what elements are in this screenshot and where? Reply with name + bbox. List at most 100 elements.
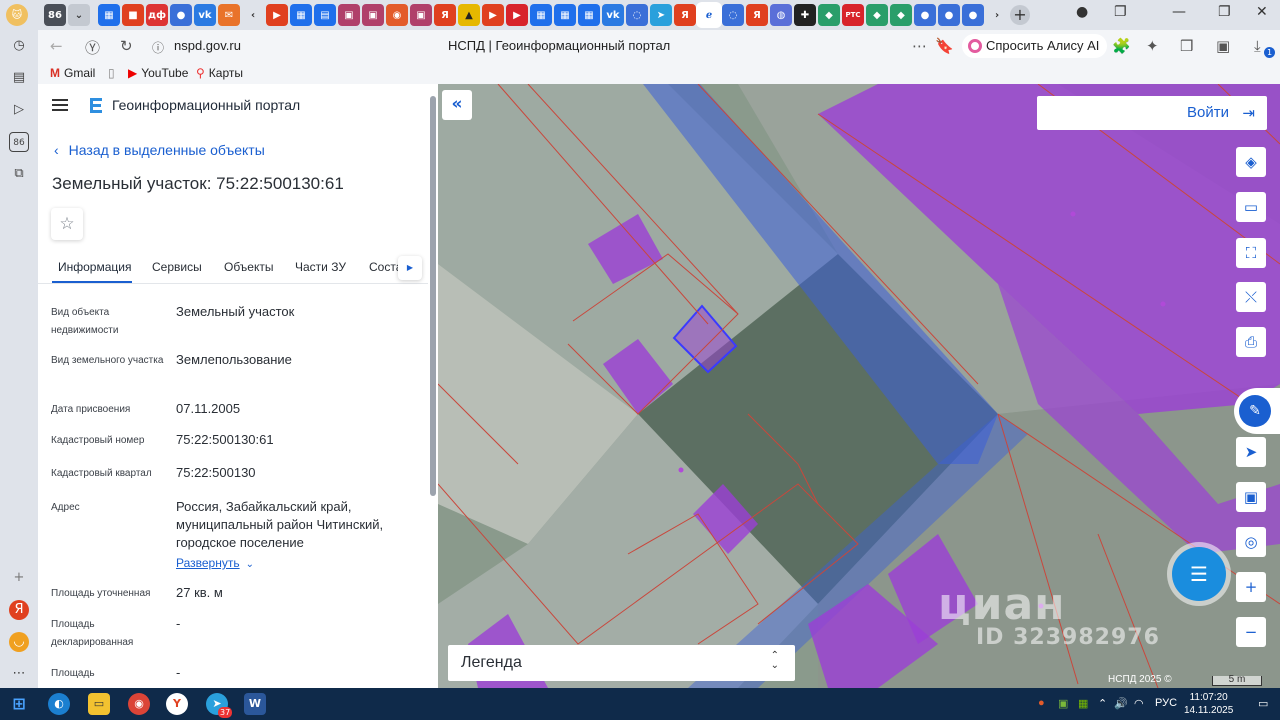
bookmark-maps[interactable]: ⚲ Карты xyxy=(196,66,243,80)
yandex-browser-icon[interactable]: Y xyxy=(166,693,188,715)
video-icon[interactable]: ▷ xyxy=(9,100,29,120)
geolocation-button[interactable]: ◎ xyxy=(1236,527,1266,557)
yandex-logo-icon[interactable]: Ⓨ xyxy=(85,37,100,58)
tab-favicon[interactable]: ✚ xyxy=(794,4,816,26)
tab-favicon[interactable]: vk xyxy=(194,4,216,26)
tab-favicon[interactable]: ➤ xyxy=(650,4,672,26)
tab-objects[interactable]: Объекты xyxy=(224,260,274,274)
tray-icon[interactable]: ▣ xyxy=(1058,697,1068,710)
back-icon[interactable]: ← xyxy=(50,37,63,55)
tray-icon[interactable]: ▦ xyxy=(1078,697,1088,710)
tab-favicon[interactable]: ▦ xyxy=(578,4,600,26)
tab-scroll-left-icon[interactable]: ‹ xyxy=(242,4,264,26)
tab-favicon[interactable]: ▤ xyxy=(314,4,336,26)
favorite-star-icon[interactable]: ☆ xyxy=(51,208,83,240)
tab-favicon[interactable]: ● xyxy=(938,4,960,26)
tab-favicon[interactable]: ◆ xyxy=(818,4,840,26)
reload-icon[interactable]: ↻ xyxy=(120,37,133,55)
minimize-icon[interactable]: — xyxy=(1172,4,1186,20)
chrome-icon[interactable]: ◉ xyxy=(128,693,150,715)
tab-favicon[interactable]: ■ xyxy=(122,4,144,26)
clock[interactable]: 11:07:20 14.11.2025 xyxy=(1184,691,1233,717)
chevron-up-icon[interactable]: ⌃ xyxy=(1098,697,1107,710)
tab-information[interactable]: Информация xyxy=(58,260,131,274)
restore-icon[interactable]: ❐ xyxy=(1218,4,1231,20)
layers-button[interactable]: ◈ xyxy=(1236,147,1266,177)
tab-favicon[interactable]: ◌ xyxy=(722,4,744,26)
extension-badge-icon[interactable]: ▣ xyxy=(1216,37,1230,55)
back-to-selected-link[interactable]: ‹ Назад в выделенные объекты xyxy=(54,142,265,158)
chat-button[interactable]: ☰ xyxy=(1172,547,1226,601)
notifications-icon[interactable]: ▭ xyxy=(1258,697,1268,710)
select-area-button[interactable]: ⛶ xyxy=(1236,238,1266,268)
print-button[interactable]: ⎙ xyxy=(1236,327,1266,357)
close-icon[interactable]: ✕ xyxy=(1256,4,1268,20)
more-options-icon[interactable]: ⋯ xyxy=(912,37,927,55)
history-icon[interactable]: ◷ xyxy=(9,36,29,56)
zoom-out-button[interactable]: − xyxy=(1236,617,1266,647)
expand-address-link[interactable]: Развернуть ⌄ xyxy=(176,556,254,570)
notes-icon[interactable]: ▤ xyxy=(9,68,29,88)
panel-scrollbar[interactable] xyxy=(430,96,436,496)
add-panel-icon[interactable]: + xyxy=(9,568,29,588)
collapse-panel-button[interactable]: « xyxy=(442,90,472,120)
tab-favicon[interactable]: ✉ xyxy=(218,4,240,26)
tab-favicon[interactable]: Я xyxy=(746,4,768,26)
zoom-in-button[interactable]: + xyxy=(1236,572,1266,602)
tab-favicon[interactable]: ◍ xyxy=(770,4,792,26)
yandex-icon[interactable]: Я xyxy=(9,600,29,620)
tab-favicon[interactable]: РТС xyxy=(842,4,864,26)
active-tab-favicon[interactable]: ℯ xyxy=(698,4,720,26)
tab-favicon[interactable]: ▦ xyxy=(554,4,576,26)
tab-favicon[interactable]: ● xyxy=(170,4,192,26)
account-icon[interactable]: ● xyxy=(1076,4,1088,20)
tab-favicon[interactable]: ◆ xyxy=(866,4,888,26)
tab-favicon[interactable]: ● xyxy=(914,4,936,26)
collections-icon[interactable]: ❐ xyxy=(1114,4,1127,20)
alice-button[interactable]: Спросить Алису AI xyxy=(962,34,1108,58)
ruler-button[interactable]: ▭ xyxy=(1236,192,1266,222)
app-icon[interactable]: ◐ xyxy=(48,693,70,715)
tab-favicon[interactable]: ▦ xyxy=(98,4,120,26)
tab-parts[interactable]: Части ЗУ xyxy=(295,260,346,274)
tab-favicon[interactable]: ▣ xyxy=(338,4,360,26)
tab-count-button[interactable]: 86 xyxy=(44,4,66,26)
tab-favicon[interactable]: Я xyxy=(434,4,456,26)
tab-favicon[interactable]: ▶ xyxy=(266,4,288,26)
login-button[interactable]: Войти ⇥ xyxy=(1037,96,1267,130)
more-icon[interactable]: ⋯ xyxy=(9,664,29,684)
extension-icon[interactable]: 🧩 xyxy=(1112,37,1131,55)
browser-profile-icon[interactable]: 🐱 xyxy=(6,4,28,26)
menu-icon[interactable] xyxy=(52,99,68,111)
tab-services[interactable]: Сервисы xyxy=(152,260,202,274)
screenshot-icon[interactable]: ⧉ xyxy=(9,164,29,184)
tab-favicon[interactable]: ◉ xyxy=(386,4,408,26)
tab-favicon[interactable]: ▶ xyxy=(482,4,504,26)
locate-button[interactable]: ➤ xyxy=(1236,437,1266,467)
language-indicator[interactable]: РУС xyxy=(1155,697,1177,709)
tabs-counter-icon[interactable]: 86 xyxy=(9,132,29,152)
map-view[interactable]: « Войти ⇥ ◈ ▭ ⛶ ⤬ ⎙ ✎ ➤ ▣ ◎ + − ☰ циан ID… xyxy=(438,84,1280,688)
file-explorer-icon[interactable]: ▭ xyxy=(88,693,110,715)
share-button[interactable]: ⤬ xyxy=(1236,282,1266,312)
url-text[interactable]: nspd.gov.ru xyxy=(174,38,241,53)
new-tab-button[interactable]: + xyxy=(1010,5,1030,25)
minimap-button[interactable]: ▣ xyxy=(1236,482,1266,512)
tab-favicon[interactable]: ▦ xyxy=(530,4,552,26)
tab-favicon[interactable]: ◆ xyxy=(890,4,912,26)
site-info-icon[interactable]: ⓘ xyxy=(152,39,164,56)
tab-favicon[interactable]: дф xyxy=(146,4,168,26)
bookmark-folder[interactable]: ▯ xyxy=(108,66,115,80)
volume-icon[interactable]: 🔊 xyxy=(1114,697,1128,710)
tabs-dropdown-icon[interactable]: ⌄ xyxy=(68,4,90,26)
tab-favicon[interactable]: Я xyxy=(674,4,696,26)
tab-favicon[interactable]: ▲ xyxy=(458,4,480,26)
tab-favicon[interactable]: ▣ xyxy=(362,4,384,26)
downloads-icon[interactable]: ⤓ xyxy=(1254,37,1261,55)
puzzle-icon[interactable]: ✦ xyxy=(1146,37,1159,55)
collections-icon[interactable]: ❒ xyxy=(1180,37,1193,55)
word-icon[interactable]: W xyxy=(244,693,266,715)
market-icon[interactable]: ◡ xyxy=(9,632,29,652)
legend-dropdown[interactable]: Легенда ⌃ ⌄ xyxy=(448,645,795,681)
tab-favicon[interactable]: ● xyxy=(962,4,984,26)
